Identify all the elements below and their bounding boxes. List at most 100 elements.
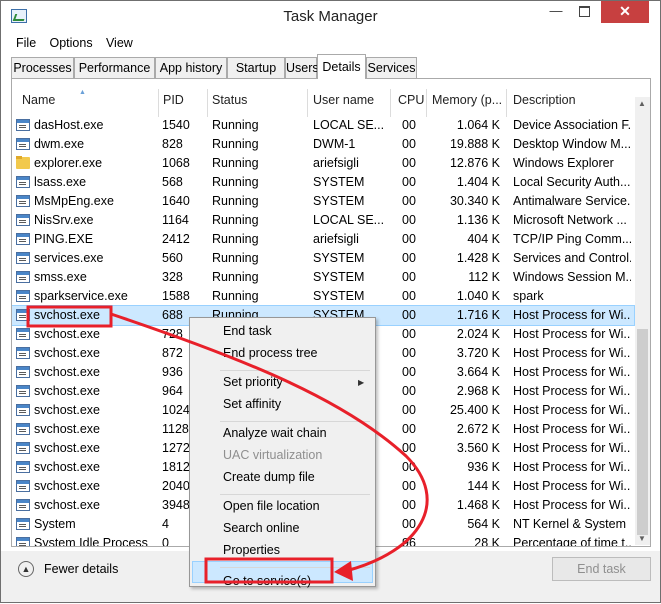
- minimize-button[interactable]: —: [542, 1, 570, 23]
- process-row[interactable]: dwm.exe 828 Running DWM-1 00 19.888 K Desktop …: [12, 135, 634, 154]
- ctx-search-online[interactable]: Search online: [223, 521, 299, 535]
- col-user-name[interactable]: User name: [313, 93, 374, 107]
- cell-desc: Windows Session M...: [513, 270, 631, 284]
- column-divider[interactable]: [158, 89, 159, 117]
- column-divider[interactable]: [207, 89, 208, 117]
- ctx-end-process-tree[interactable]: End process tree: [223, 346, 318, 360]
- context-menu-separator: [220, 421, 370, 422]
- process-row[interactable]: smss.exe 328 Running SYSTEM 00 112 K Windows S…: [12, 268, 634, 287]
- ctx-properties[interactable]: Properties: [223, 543, 280, 557]
- tab-details[interactable]: Details: [317, 54, 366, 79]
- column-divider[interactable]: [426, 89, 427, 117]
- menu-file[interactable]: File: [11, 34, 41, 52]
- process-row[interactable]: dasHost.exe 1540 Running LOCAL SE... 00 1.064…: [12, 116, 634, 135]
- maximize-icon: [578, 6, 590, 18]
- ctx-create-dump-file[interactable]: Create dump file: [223, 470, 315, 484]
- cell-mem: 25.400 K: [449, 403, 500, 417]
- cell-status: Running: [212, 289, 259, 303]
- cell-mem: 1.404 K: [456, 175, 500, 189]
- process-row[interactable]: NisSrv.exe 1164 Running LOCAL SE... 00 1.136 …: [12, 211, 634, 230]
- column-divider[interactable]: [390, 89, 391, 117]
- scroll-up-icon[interactable]: ▲: [638, 99, 646, 108]
- tab-performance[interactable]: Performance: [74, 57, 155, 78]
- cell-desc: Antimalware Service...: [513, 194, 631, 208]
- cell-pid: 828: [162, 137, 183, 151]
- menu-options[interactable]: Options: [45, 34, 98, 52]
- ctx-set-affinity[interactable]: Set affinity: [223, 397, 281, 411]
- column-divider[interactable]: [506, 89, 507, 117]
- process-row[interactable]: lsass.exe 568 Running SYSTEM 00 1.404 K Local …: [12, 173, 634, 192]
- vertical-scrollbar[interactable]: ▲ ▼: [635, 97, 650, 545]
- scroll-down-icon[interactable]: ▼: [638, 534, 646, 543]
- ctx-set-priority[interactable]: Set priority: [223, 375, 283, 389]
- process-icon: [16, 499, 30, 511]
- process-row[interactable]: MsMpEng.exe 1640 Running SYSTEM 00 30.340 K An…: [12, 192, 634, 211]
- process-row[interactable]: services.exe 560 Running SYSTEM 00 1.428 K Ser…: [12, 249, 634, 268]
- cell-name: NisSrv.exe: [34, 213, 94, 227]
- process-icon: [16, 404, 30, 416]
- sort-ascending-icon: ▲: [79, 89, 86, 96]
- ctx-uac-virtualization[interactable]: UAC virtualization: [223, 448, 322, 462]
- column-divider[interactable]: [307, 89, 308, 117]
- process-row[interactable]: sparkservice.exe 1588 Running SYSTEM 00 1.040…: [12, 287, 634, 306]
- close-button[interactable]: ✕: [601, 1, 649, 23]
- fewer-details-link[interactable]: Fewer details: [44, 562, 118, 576]
- cell-user: LOCAL SE...: [313, 118, 385, 132]
- tab-startup[interactable]: Startup: [227, 57, 285, 78]
- process-icon: [16, 442, 30, 454]
- process-icon: [16, 252, 30, 264]
- ctx-open-file-location[interactable]: Open file location: [223, 499, 320, 513]
- cell-desc: NT Kernel & System: [513, 517, 627, 531]
- ctx-end-task[interactable]: End task: [223, 324, 272, 338]
- tab-app-history[interactable]: App history: [155, 57, 227, 78]
- cell-user: SYSTEM: [313, 270, 365, 284]
- cell-status: Running: [212, 232, 259, 246]
- cell-pid: 1588: [162, 289, 190, 303]
- cell-mem: 1.716 K: [456, 308, 500, 322]
- cell-cpu: 00: [402, 213, 416, 227]
- context-menu-separator: [220, 370, 370, 371]
- cell-pid: 560: [162, 251, 183, 265]
- end-task-button[interactable]: End task: [552, 557, 651, 581]
- scrollbar-thumb[interactable]: [637, 329, 648, 535]
- cell-mem: 404 K: [467, 232, 500, 246]
- ctx-go-to-services[interactable]: Go to service(s): [223, 574, 311, 588]
- col-memory[interactable]: Memory (p...: [432, 93, 502, 107]
- cell-mem: 936 K: [467, 460, 500, 474]
- process-row[interactable]: explorer.exe 1068 Running ariefsigli 00 12.87…: [12, 154, 634, 173]
- cell-mem: 1.064 K: [456, 118, 500, 132]
- cell-pid: 1068: [162, 156, 190, 170]
- process-icon: [16, 176, 30, 188]
- cell-user: ariefsigli: [313, 232, 359, 246]
- process-row[interactable]: PING.EXE 2412 Running ariefsigli 00 404 K TCP/…: [12, 230, 634, 249]
- tab-processes[interactable]: Processes: [11, 57, 74, 78]
- col-description[interactable]: Description: [513, 93, 576, 107]
- menu-view[interactable]: View: [101, 34, 138, 52]
- cell-name: svchost.exe: [34, 441, 101, 455]
- maximize-button[interactable]: [570, 1, 598, 23]
- col-cpu[interactable]: CPU: [398, 93, 424, 107]
- cell-mem: 2.968 K: [456, 384, 500, 398]
- cell-desc: Host Process for Wi...: [513, 422, 631, 436]
- menu-bar: File Options View: [11, 34, 138, 52]
- cell-status: Running: [212, 194, 259, 208]
- ctx-analyze-wait-chain[interactable]: Analyze wait chain: [223, 426, 327, 440]
- cell-cpu: 00: [402, 232, 416, 246]
- process-icon: [16, 309, 30, 321]
- col-name[interactable]: Name: [22, 93, 55, 107]
- chevron-up-circle-icon[interactable]: ▲: [18, 561, 34, 577]
- cell-name: svchost.exe: [34, 346, 101, 360]
- tab-users[interactable]: Users: [285, 57, 319, 78]
- cell-cpu: 00: [402, 289, 416, 303]
- cell-status: Running: [212, 270, 259, 284]
- cell-status: Running: [212, 118, 259, 132]
- tab-services[interactable]: Services: [366, 57, 417, 78]
- title-bar: Task Manager — ✕: [1, 1, 660, 32]
- context-menu: End task End process tree Set priority ▶ Set…: [189, 317, 376, 588]
- cell-cpu: 00: [402, 118, 416, 132]
- cell-cpu: 00: [402, 422, 416, 436]
- cell-mem: 2.672 K: [456, 422, 500, 436]
- col-status[interactable]: Status: [212, 93, 247, 107]
- cell-desc: Desktop Window M...: [513, 137, 631, 151]
- col-pid[interactable]: PID: [163, 93, 184, 107]
